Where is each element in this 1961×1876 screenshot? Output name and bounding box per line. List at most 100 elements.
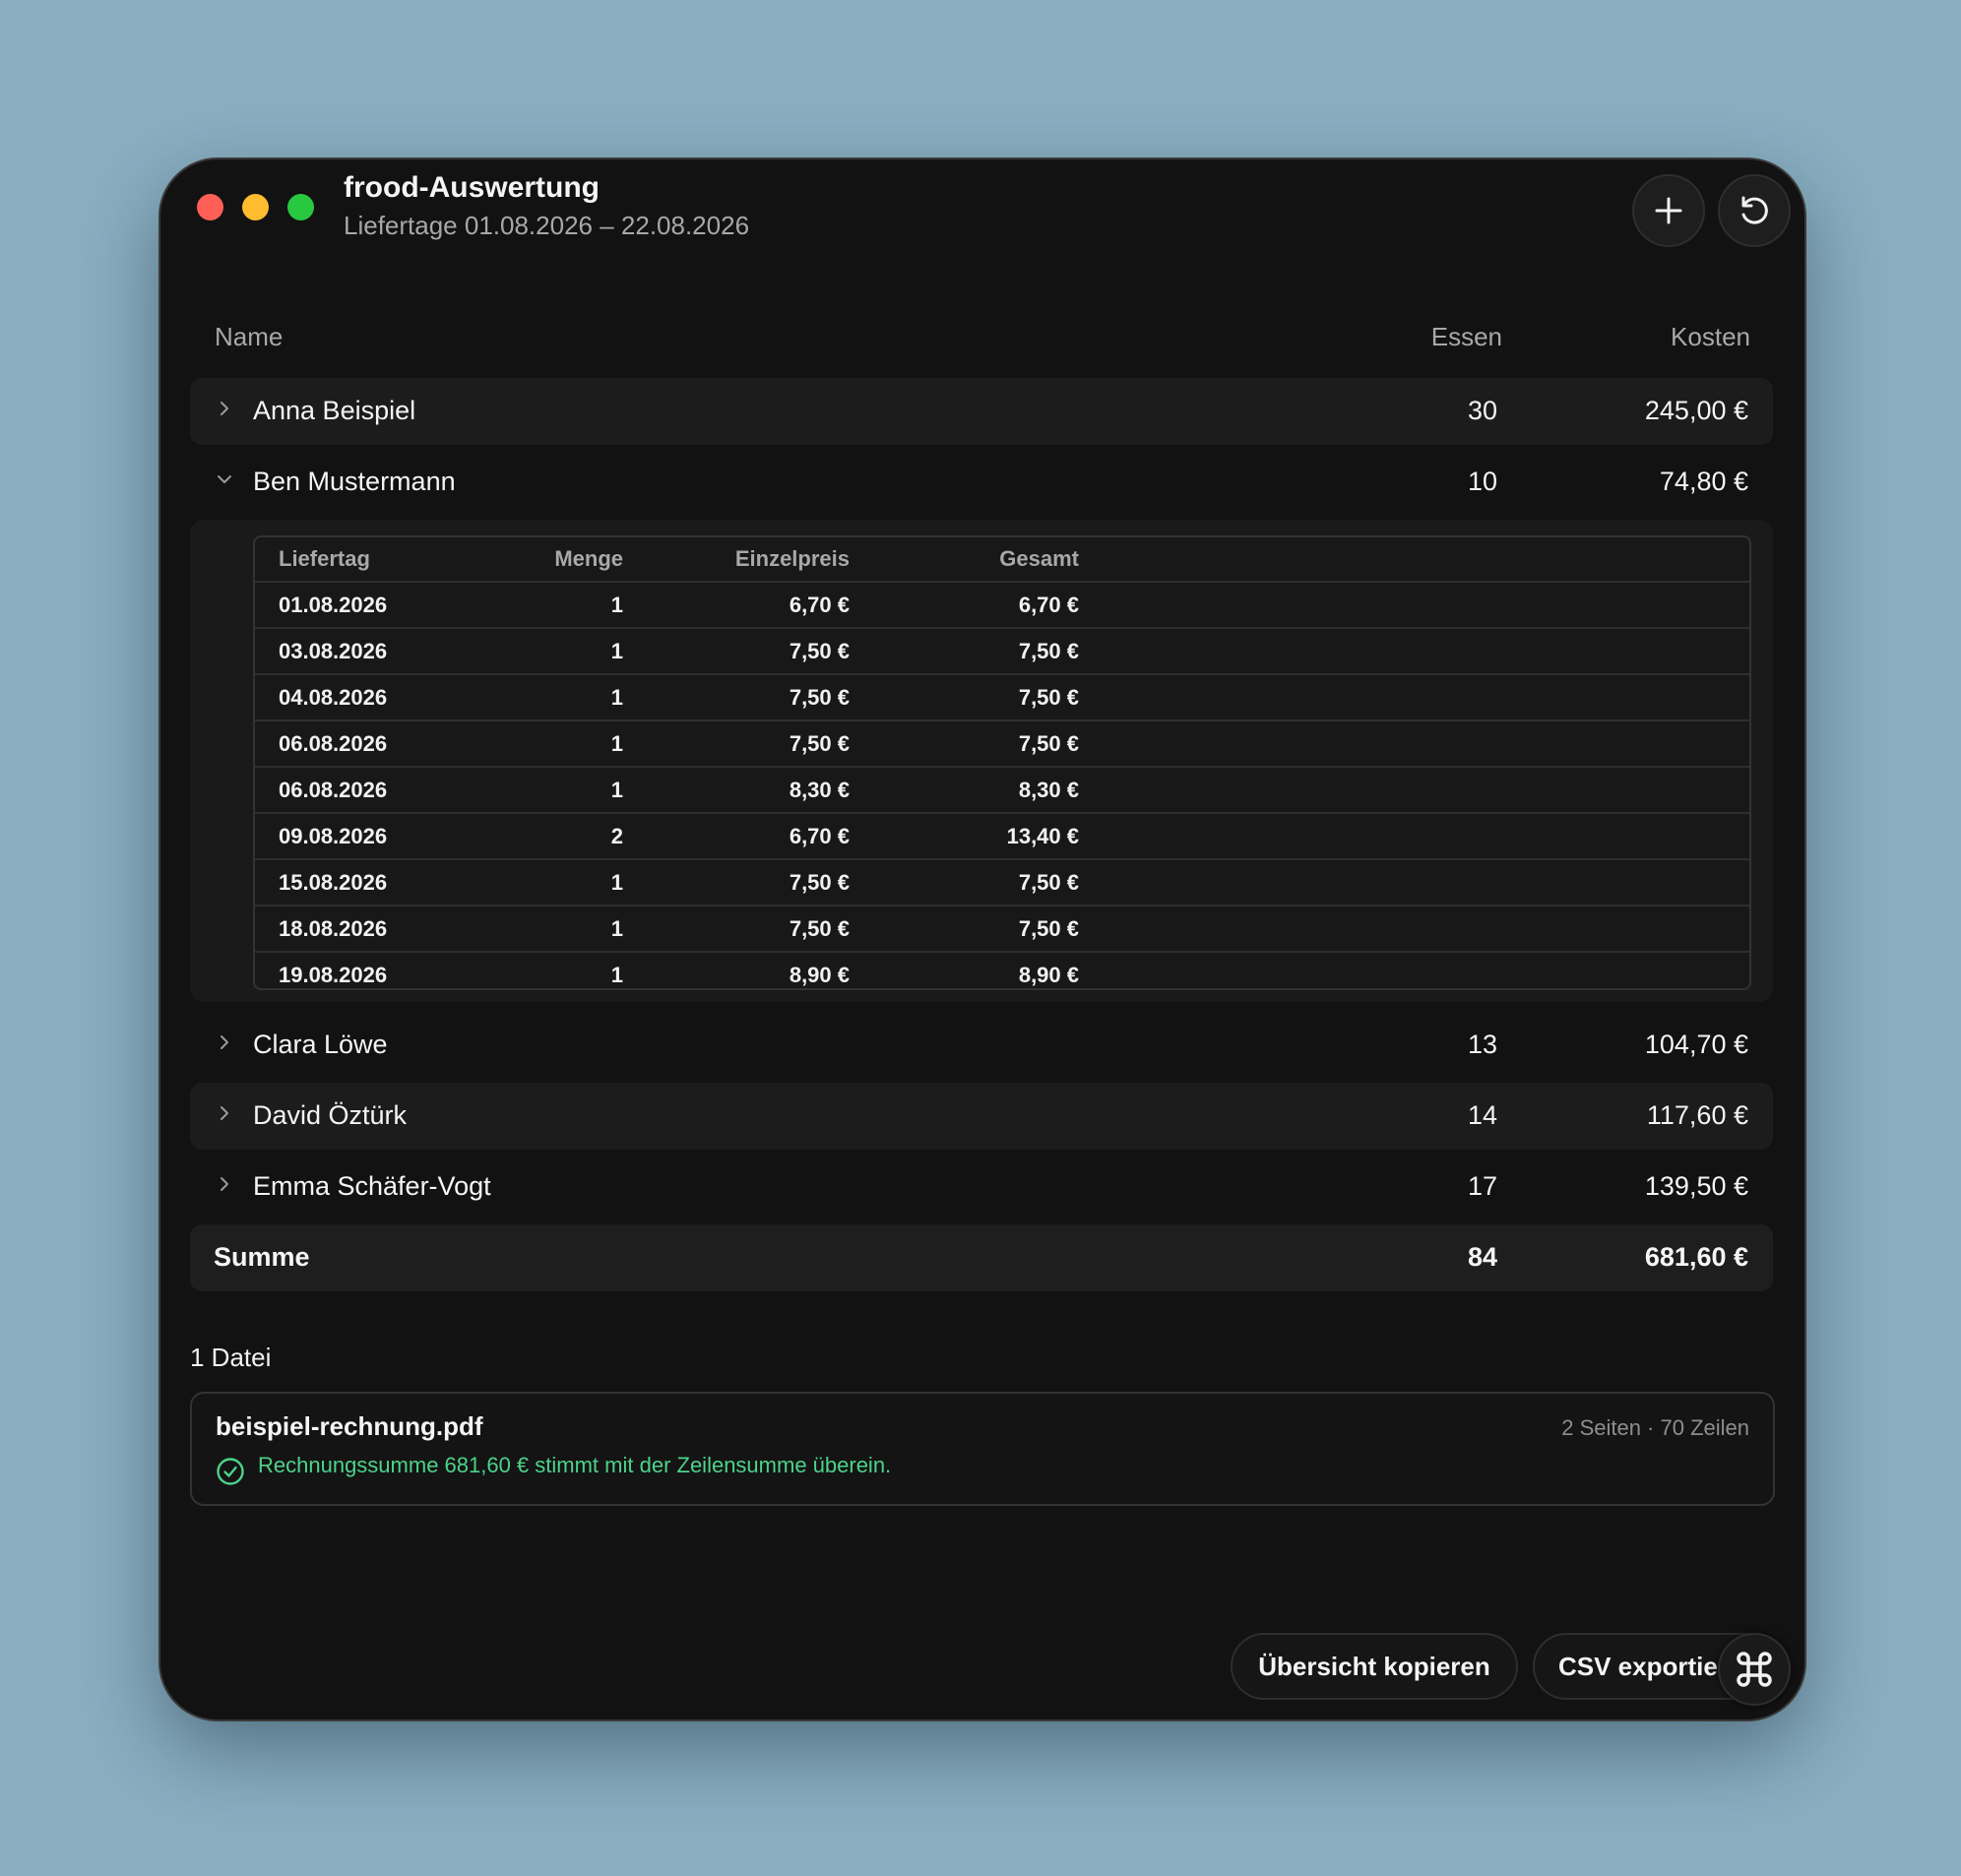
person-meals: 17	[1467, 1171, 1497, 1201]
chevron-right-icon[interactable]	[216, 1104, 233, 1122]
delivery-unit-price: 7,50 €	[623, 673, 850, 720]
person-cost: 139,50 €	[1644, 1171, 1748, 1201]
copy-overview-button[interactable]: Übersicht kopieren	[1231, 1633, 1518, 1700]
person-name: David Öztürk	[253, 1100, 408, 1130]
delivery-date: 06.08.2026	[255, 719, 505, 767]
add-button[interactable]	[1632, 174, 1705, 247]
file-meta: 2 Seiten · 70 Zeilen	[1561, 1415, 1749, 1440]
app-window: frood-Auswertung Liefertage 01.08.2026 –…	[158, 157, 1806, 1721]
person-row[interactable]: Emma Schäfer-Vogt 17 139,50 €	[190, 1154, 1773, 1220]
delivery-row: 19.08.2026 1 8,90 €8,90 €	[255, 951, 1749, 988]
close-window-button[interactable]	[197, 194, 223, 220]
header-name[interactable]: Name	[215, 322, 283, 352]
file-card[interactable]: beispiel-rechnung.pdf 2 Seiten · 70 Zeil…	[190, 1392, 1775, 1506]
person-row[interactable]: Ben Mustermann 10 74,80 €	[190, 449, 1773, 516]
table-header: Name Essen Kosten	[215, 322, 1750, 361]
total-row: Summe 84 681,60 €	[190, 1224, 1773, 1291]
delivery-qty: 2	[505, 812, 623, 859]
reload-icon	[1741, 196, 1768, 224]
file-name: beispiel-rechnung.pdf	[216, 1411, 483, 1441]
delivery-header-row: Liefertag Menge Einzelpreis Gesamt	[255, 537, 1749, 582]
reload-button[interactable]	[1718, 174, 1791, 247]
person-name: Ben Mustermann	[253, 467, 456, 496]
delivery-qty: 1	[505, 719, 623, 767]
delivery-total: 7,50 €	[850, 673, 1079, 720]
chevron-right-icon[interactable]	[216, 400, 233, 417]
total-meals: 84	[1467, 1242, 1497, 1272]
delivery-row: 18.08.2026 1 7,50 €7,50 €	[255, 905, 1749, 952]
window-controls	[197, 194, 314, 220]
files-count-label: 1 Datei	[190, 1343, 272, 1372]
delivery-total: 8,30 €	[850, 766, 1079, 813]
chevron-right-icon[interactable]	[216, 1033, 233, 1051]
col-quantity: Menge	[554, 546, 623, 571]
delivery-date: 03.08.2026	[255, 627, 505, 674]
delivery-row: 09.08.2026 2 6,70 €13,40 €	[255, 812, 1749, 859]
delivery-total: 7,50 €	[850, 719, 1079, 767]
delivery-qty: 1	[505, 673, 623, 720]
person-meals: 14	[1467, 1100, 1497, 1130]
delivery-unit-price: 7,50 €	[623, 858, 850, 906]
person-cost: 117,60 €	[1646, 1100, 1748, 1130]
person-row[interactable]: Anna Beispiel 30 245,00 €	[190, 378, 1773, 445]
delivery-date: 09.08.2026	[255, 812, 505, 859]
delivery-total: 13,40 €	[850, 812, 1079, 859]
delivery-unit-price: 7,50 €	[623, 905, 850, 952]
delivery-total: 7,50 €	[850, 905, 1079, 952]
plus-icon	[1655, 197, 1682, 224]
minimize-window-button[interactable]	[242, 194, 269, 220]
delivery-unit-price: 6,70 €	[623, 812, 850, 859]
delivery-unit-price: 6,70 €	[623, 581, 850, 628]
delivery-row: 15.08.2026 1 7,50 €7,50 €	[255, 858, 1749, 906]
col-delivery-day: Liefertag	[279, 546, 370, 571]
delivery-row: 06.08.2026 1 8,30 €8,30 €	[255, 766, 1749, 813]
delivery-row: 03.08.2026 1 7,50 €7,50 €	[255, 627, 1749, 674]
window-title: frood-Auswertung	[344, 171, 600, 204]
zoom-window-button[interactable]	[287, 194, 314, 220]
delivery-qty: 1	[505, 951, 623, 988]
window-title-block: frood-Auswertung Liefertage 01.08.2026 –…	[344, 171, 749, 241]
delivery-unit-price: 8,90 €	[623, 951, 850, 988]
person-name: Clara Löwe	[253, 1030, 388, 1059]
person-name: Anna Beispiel	[253, 396, 416, 425]
header-cost[interactable]: Kosten	[1671, 322, 1750, 352]
delivery-table: Liefertag Menge Einzelpreis Gesamt 01.08…	[253, 535, 1751, 990]
delivery-total: 6,70 €	[850, 581, 1079, 628]
person-meals: 10	[1467, 467, 1497, 496]
person-meals: 13	[1467, 1030, 1497, 1059]
delivery-qty: 1	[505, 905, 623, 952]
delivery-qty: 1	[505, 858, 623, 906]
total-label: Summe	[214, 1242, 310, 1272]
delivery-row: 01.08.2026 1 6,70 €6,70 €	[255, 581, 1749, 628]
delivery-unit-price: 7,50 €	[623, 627, 850, 674]
file-status: Rechnungssumme 681,60 € stimmt mit der Z…	[258, 1453, 892, 1477]
total-cost: 681,60 €	[1644, 1242, 1748, 1272]
delivery-qty: 1	[505, 766, 623, 813]
check-circle-icon	[217, 1458, 244, 1485]
col-total: Gesamt	[999, 546, 1079, 571]
delivery-date: 19.08.2026	[255, 951, 505, 988]
header-meals[interactable]: Essen	[1431, 322, 1502, 352]
person-row[interactable]: Clara Löwe 13 104,70 €	[190, 1012, 1773, 1079]
delivery-unit-price: 7,50 €	[623, 719, 850, 767]
delivery-total: 8,90 €	[850, 951, 1079, 988]
person-cost: 245,00 €	[1644, 396, 1748, 425]
delivery-date: 01.08.2026	[255, 581, 505, 628]
chevron-right-icon[interactable]	[216, 1175, 233, 1193]
detail-panel: Liefertag Menge Einzelpreis Gesamt 01.08…	[190, 520, 1773, 1002]
person-cost: 104,70 €	[1644, 1030, 1748, 1059]
chevron-down-icon[interactable]	[216, 470, 233, 488]
delivery-row: 06.08.2026 1 7,50 €7,50 €	[255, 719, 1749, 767]
delivery-qty: 1	[505, 581, 623, 628]
delivery-unit-price: 8,30 €	[623, 766, 850, 813]
person-meals: 30	[1467, 396, 1497, 425]
delivery-date: 04.08.2026	[255, 673, 505, 720]
window-subtitle: Liefertage 01.08.2026 – 22.08.2026	[344, 211, 750, 240]
delivery-total: 7,50 €	[850, 858, 1079, 906]
person-row[interactable]: David Öztürk 14 117,60 €	[190, 1083, 1773, 1150]
delivery-date: 18.08.2026	[255, 905, 505, 952]
delivery-qty: 1	[505, 627, 623, 674]
person-cost: 74,80 €	[1659, 467, 1748, 496]
command-icon[interactable]	[1718, 1633, 1791, 1706]
delivery-date: 06.08.2026	[255, 766, 505, 813]
